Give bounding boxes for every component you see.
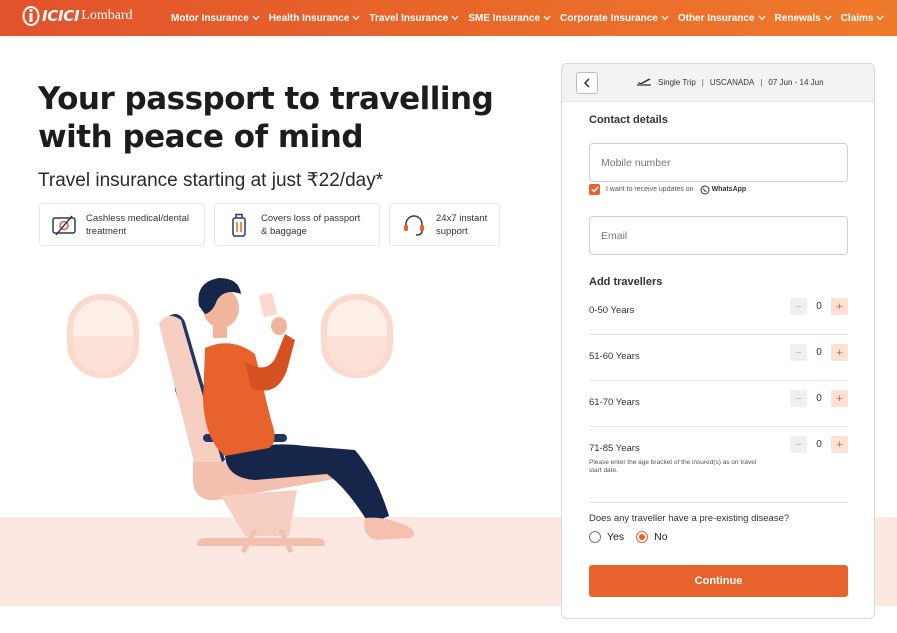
headset-support-icon xyxy=(404,214,424,236)
chevron-left-icon xyxy=(583,78,590,88)
pre-existing-disease-question: Does any traveller have a pre-existing d… xyxy=(589,513,790,524)
menu-label: Corporate Insurance xyxy=(560,12,658,24)
traveller-count: 0 xyxy=(816,439,822,450)
traveller-age-label: 51-60 Years xyxy=(589,351,640,362)
continue-button[interactable]: Continue xyxy=(589,565,848,597)
brand-name: ICICI xyxy=(42,7,80,25)
cashless-medical-icon xyxy=(52,215,76,235)
chevron-down-icon xyxy=(824,15,832,21)
trip-separator: | xyxy=(701,77,704,87)
whatsapp-label: WhatsApp xyxy=(711,186,747,193)
traveller-row-51-60: 51-60 Years − 0 + xyxy=(589,335,848,381)
traveller-row-71-85: 71-85 Years Please enter the age bracket… xyxy=(589,427,848,503)
feature-baggage: Covers loss of passport & baggage xyxy=(214,203,380,246)
feature-text: 24x7 instant support xyxy=(436,212,488,237)
traveller-age-label: 0-50 Years xyxy=(589,305,635,316)
traveller-age-label: 61-70 Years xyxy=(589,397,640,408)
whatsapp-icon xyxy=(700,185,710,194)
trip-separator: | xyxy=(760,77,763,87)
chevron-down-icon xyxy=(876,15,884,21)
menu-travel-insurance[interactable]: Travel Insurance xyxy=(369,13,459,24)
traveller-row-0-50: 0-50 Years − 0 + xyxy=(589,289,848,335)
brand-sub: Lombard xyxy=(81,8,133,23)
menu-sme-insurance[interactable]: SME Insurance xyxy=(468,13,551,24)
feature-text: Covers loss of passport & baggage xyxy=(261,212,361,237)
top-nav: ICICI Lombard Motor Insurance Health Ins… xyxy=(0,0,897,36)
trip-summary-header: Single Trip | USCANADA | 07 Jun - 14 Jun xyxy=(562,64,874,102)
checkmark-icon xyxy=(591,186,599,193)
traveller-age-label: 71-85 Years xyxy=(589,443,640,454)
mobile-number-input[interactable]: Mobile number xyxy=(589,143,848,182)
menu-label: Motor Insurance xyxy=(171,12,249,24)
menu-label: SME Insurance xyxy=(468,12,541,24)
menu-health-insurance[interactable]: Health Insurance xyxy=(269,13,361,24)
pre-existing-disease-options: Yes No xyxy=(589,531,680,543)
hero-title: Your passport to travelling with peace o… xyxy=(38,81,494,155)
menu-renewals[interactable]: Renewals xyxy=(775,13,832,24)
traveller-stepper: − 0 + xyxy=(790,298,848,315)
decrement-button[interactable]: − xyxy=(790,298,807,315)
age-bracket-note: Please enter the age bracket of the insu… xyxy=(589,459,757,474)
traveller-stepper: − 0 + xyxy=(790,390,848,407)
hero-subtitle: Travel insurance starting at just ₹22/da… xyxy=(38,170,384,191)
menu-label: Health Insurance xyxy=(268,12,350,24)
menu-label: Claims xyxy=(840,12,874,24)
trip-destination: USCANADA xyxy=(709,77,755,87)
main-menu: Motor Insurance Health Insurance Travel … xyxy=(171,0,893,36)
chevron-down-icon xyxy=(252,15,260,21)
traveller-row-61-70: 61-70 Years − 0 + xyxy=(589,381,848,427)
increment-button[interactable]: + xyxy=(831,436,848,453)
chevron-down-icon xyxy=(543,15,551,21)
decrement-button[interactable]: − xyxy=(790,390,807,407)
airplane-icon xyxy=(637,78,651,86)
right-window-illustration xyxy=(321,294,393,378)
menu-label: Travel Insurance xyxy=(369,12,449,24)
add-travellers-title: Add travellers xyxy=(589,276,663,288)
quote-form-card: Single Trip | USCANADA | 07 Jun - 14 Jun… xyxy=(561,63,875,619)
increment-button[interactable]: + xyxy=(831,344,848,361)
increment-button[interactable]: + xyxy=(831,390,848,407)
chevron-down-icon xyxy=(758,15,766,21)
menu-label: Other Insurance xyxy=(677,12,755,24)
chevron-down-icon xyxy=(661,15,669,21)
traveller-count: 0 xyxy=(816,301,822,312)
menu-motor-insurance[interactable]: Motor Insurance xyxy=(171,13,260,24)
chevron-down-icon xyxy=(451,15,459,21)
traveller-stepper: − 0 + xyxy=(790,344,848,361)
whatsapp-logo: WhatsApp xyxy=(700,185,747,195)
trip-summary[interactable]: Single Trip | USCANADA | 07 Jun - 14 Jun xyxy=(636,76,824,88)
menu-corporate-insurance[interactable]: Corporate Insurance xyxy=(560,13,669,24)
traveller-count: 0 xyxy=(816,393,822,404)
feature-cashless: Cashless medical/dental treatment xyxy=(39,203,205,246)
decrement-button[interactable]: − xyxy=(790,436,807,453)
trip-type: Single Trip xyxy=(658,77,696,87)
feature-text: Cashless medical/dental treatment xyxy=(86,212,189,237)
contact-details-title: Contact details xyxy=(589,114,668,126)
whatsapp-consent-text: I want to receive updates on xyxy=(606,186,694,193)
decrement-button[interactable]: − xyxy=(790,344,807,361)
radio-no[interactable] xyxy=(636,531,649,543)
traveller-count: 0 xyxy=(816,347,822,358)
chevron-down-icon xyxy=(352,15,360,21)
radio-yes[interactable] xyxy=(589,531,601,543)
icici-lombard-logo[interactable]: ICICI Lombard xyxy=(22,6,133,26)
feature-support: 24x7 instant support xyxy=(389,203,500,246)
menu-label: Renewals xyxy=(774,12,821,24)
left-window-illustration xyxy=(67,294,139,378)
back-button[interactable] xyxy=(576,72,598,94)
increment-button[interactable]: + xyxy=(831,298,848,315)
whatsapp-consent-row: I want to receive updates on WhatsApp xyxy=(589,184,746,195)
icici-logo-mark-icon xyxy=(22,6,40,26)
trip-dates: 07 Jun - 14 Jun xyxy=(768,77,824,87)
email-input[interactable]: Email xyxy=(589,216,848,255)
traveller-stepper: − 0 + xyxy=(790,436,848,453)
traveller-in-seat-illustration xyxy=(67,278,415,554)
feature-list: Cashless medical/dental treatment Covers… xyxy=(39,203,509,246)
radio-no-label: No xyxy=(654,531,668,543)
whatsapp-consent-checkbox[interactable] xyxy=(589,184,600,195)
menu-other-insurance[interactable]: Other Insurance xyxy=(678,13,766,24)
luggage-icon xyxy=(232,213,246,237)
menu-claims[interactable]: Claims xyxy=(841,13,885,24)
radio-yes-label: Yes xyxy=(607,531,625,543)
